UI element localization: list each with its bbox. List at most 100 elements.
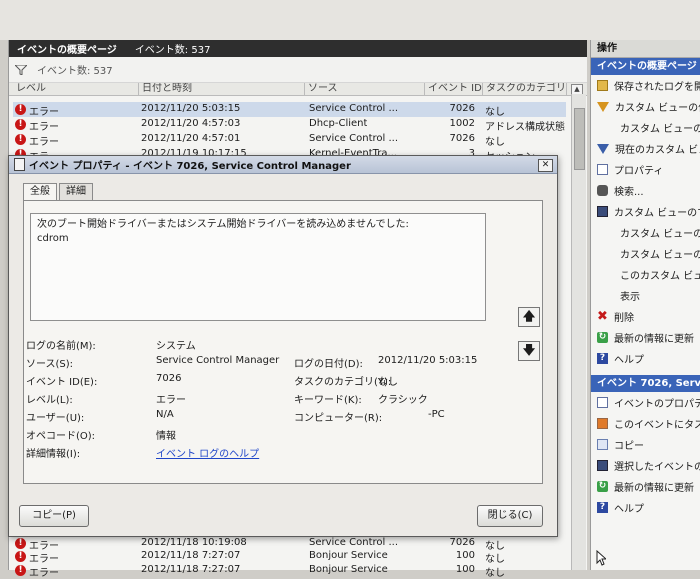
table-row[interactable]: ! エラー 2012/11/20 4:57:03 Dhcp-Client 100…	[13, 117, 566, 133]
action-help-event[interactable]: ? ヘルプ	[591, 497, 700, 518]
close-button[interactable]: 閉じる(C)	[477, 505, 543, 527]
value-level: エラー	[156, 395, 186, 406]
action-label: 表示	[620, 292, 640, 303]
action-label: 削除	[614, 313, 634, 324]
action-help[interactable]: ? ヘルプ	[591, 348, 700, 369]
dialog-title-bar: イベント プロパティ - イベント 7026, Service Control …	[9, 156, 557, 174]
properties-icon	[597, 164, 608, 175]
table-row[interactable]: ! エラー 2012/11/20 5:03:15 Service Control…	[13, 102, 566, 118]
refresh-icon: ↻	[597, 481, 608, 492]
action-delete[interactable]: ✖ 削除	[591, 306, 700, 327]
event-count: イベント数: 537	[134, 45, 211, 56]
column-header-event-id[interactable]: イベント ID	[425, 83, 483, 95]
column-headers: レベル 日付と時刻 ソース イベント ID タスクのカテゴリ ▲	[9, 83, 587, 96]
help-icon: ?	[597, 502, 608, 513]
message-line: 次のブート開始ドライバーまたはシステム開始ドライバーを読み込めませんでした:	[37, 219, 409, 230]
tab-details[interactable]: 詳細	[59, 183, 93, 200]
action-filter-current-view[interactable]: 現在のカスタム ビューのフィルター	[591, 138, 700, 159]
action-event-properties[interactable]: イベントのプロパティ	[591, 392, 700, 413]
action-label: カスタム ビューのエクスポート	[620, 229, 700, 240]
refresh-icon: ↻	[597, 332, 608, 343]
event-log-help-link[interactable]: イベント ログのヘルプ	[156, 445, 259, 460]
save-icon	[597, 206, 608, 217]
label-log-name: ログの名前(M):	[26, 341, 96, 352]
action-label: ヘルプ	[614, 355, 644, 366]
action-export-custom-view[interactable]: カスタム ビューのエクスポート	[591, 222, 700, 243]
table-row[interactable]: ! エラー 2012/11/18 7:27:07 Bonjour Service…	[13, 549, 566, 565]
action-label: 選択したイベントの保存	[614, 462, 700, 473]
action-copy-custom-view[interactable]: カスタム ビューのコピー	[591, 243, 700, 264]
folder-icon	[597, 80, 608, 91]
action-create-custom-view[interactable]: カスタム ビューの作成	[591, 96, 700, 117]
column-header-datetime[interactable]: 日付と時刻	[139, 83, 305, 95]
action-view[interactable]: 表示	[591, 285, 700, 306]
pane-title: イベントの概要ページ	[17, 45, 117, 56]
list-scrollbar[interactable]	[571, 94, 586, 570]
value-logged: 2012/11/20 5:03:15	[378, 355, 478, 366]
actions-section-event-title[interactable]: イベント 7026, Service Control Manager	[591, 375, 700, 392]
label-computer: コンピューター(R):	[294, 413, 383, 424]
next-event-button[interactable]: 🡇	[518, 341, 540, 361]
dialog-title: イベント プロパティ - イベント 7026, Service Control …	[29, 161, 351, 172]
action-save-selected-events[interactable]: 選択したイベントの保存	[591, 455, 700, 476]
pane-title-bar: イベントの概要ページ イベント数: 537	[9, 40, 587, 57]
row-level: エラー	[29, 122, 59, 133]
message-line: cdrom	[37, 233, 69, 244]
copy-icon	[597, 439, 608, 450]
label-details: 詳細情報(I):	[26, 449, 81, 460]
column-header-source[interactable]: ソース	[305, 83, 425, 95]
action-label: 最新の情報に更新	[614, 334, 694, 345]
row-event-id: 7026	[449, 103, 475, 114]
label-user: ユーザー(U):	[26, 413, 85, 424]
copy-button[interactable]: コピー(P)	[19, 505, 89, 527]
action-refresh-event[interactable]: ↻ 最新の情報に更新	[591, 476, 700, 497]
action-label: 保存されたログを開く	[614, 82, 700, 93]
action-label: 検索...	[614, 187, 644, 198]
filter-icon	[597, 101, 609, 112]
event-properties-dialog: イベント プロパティ - イベント 7026, Service Control …	[8, 155, 558, 537]
event-viewer-icon	[14, 158, 25, 171]
action-label: 現在のカスタム ビューのフィルター	[615, 145, 700, 156]
value-computer: -PC	[428, 409, 445, 420]
row-datetime: 2012/11/20 5:03:15	[141, 103, 241, 114]
action-open-saved-log[interactable]: 保存されたログを開く	[591, 75, 700, 96]
action-import-custom-view[interactable]: カスタム ビューのインポート	[591, 117, 700, 138]
table-row[interactable]: ! エラー 2012/11/20 4:57:01 Service Control…	[13, 132, 566, 148]
column-header-task-category[interactable]: タスクのカテゴリ	[483, 83, 567, 95]
save-icon	[597, 460, 608, 471]
error-icon: !	[15, 538, 26, 549]
action-refresh[interactable]: ↻ 最新の情報に更新	[591, 327, 700, 348]
delete-icon: ✖	[597, 309, 608, 324]
action-label: カスタム ビューの作成	[615, 103, 700, 114]
scrollbar-thumb[interactable]	[574, 108, 585, 170]
error-icon: !	[15, 565, 26, 576]
actions-section-title[interactable]: イベントの概要ページ	[591, 58, 700, 75]
label-keywords: キーワード(K):	[294, 395, 362, 406]
action-properties[interactable]: プロパティ	[591, 159, 700, 180]
close-icon[interactable]: ✕	[538, 159, 553, 172]
row-source: Service Control ...	[309, 103, 398, 114]
event-message-box[interactable]: 次のブート開始ドライバーまたはシステム開始ドライバーを読み込めませんでした: c…	[30, 213, 486, 321]
filter-text: イベント数: 537	[37, 66, 113, 77]
filter-icon	[15, 64, 27, 75]
action-copy[interactable]: コピー	[591, 434, 700, 455]
row-level: エラー	[29, 137, 59, 148]
column-header-level[interactable]: レベル	[13, 83, 139, 95]
row-event-id: 1002	[449, 118, 475, 129]
action-label: カスタム ビューのインポート	[620, 124, 700, 135]
action-attach-task[interactable]: このカスタム ビューにタスク	[591, 264, 700, 285]
action-label: コピー	[614, 441, 644, 452]
row-event-id: 100	[455, 550, 475, 561]
action-save-all-events[interactable]: カスタム ビューのすべてのイベント	[591, 201, 700, 222]
table-row[interactable]: ! エラー 2012/11/18 7:27:07 Bonjour Service…	[13, 563, 566, 579]
action-find[interactable]: 検索...	[591, 180, 700, 201]
window-top-area	[0, 0, 700, 40]
dialog-tabs: 全般 詳細	[23, 183, 93, 201]
action-label: ヘルプ	[614, 504, 644, 515]
previous-event-button[interactable]: 🡅	[518, 307, 540, 327]
action-attach-task-event[interactable]: このイベントにタスクを設定	[591, 413, 700, 434]
tab-general[interactable]: 全般	[23, 183, 57, 201]
action-label: このイベントにタスクを設定	[614, 420, 700, 431]
action-label: カスタム ビューのコピー	[620, 250, 700, 261]
row-datetime: 2012/11/18 7:27:07	[141, 550, 241, 561]
